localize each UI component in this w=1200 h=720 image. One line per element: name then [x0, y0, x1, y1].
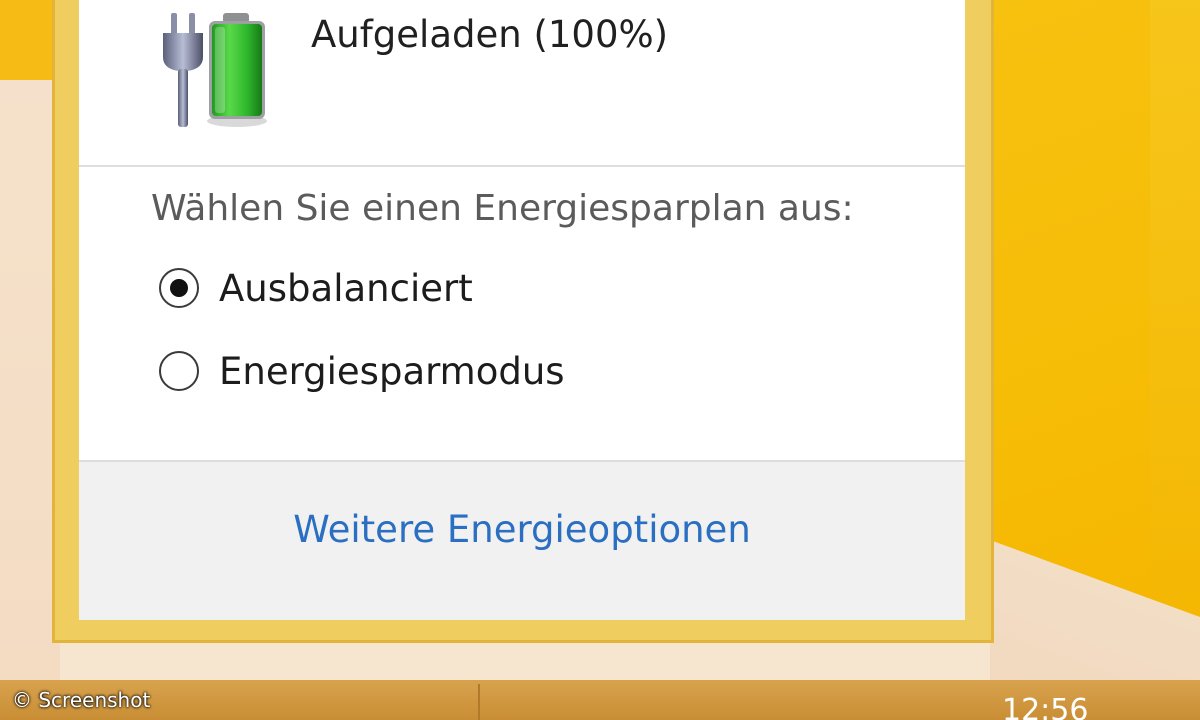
taskbar-clock[interactable]: 12:56	[1002, 696, 1088, 720]
taskbar-separator	[478, 684, 480, 720]
desktop-background-edge	[1150, 0, 1200, 680]
battery-flyout: Aufgeladen (100%) Wählen Sie einen Energ…	[52, 0, 994, 643]
screenshot-watermark: © Screenshot	[12, 688, 151, 712]
battery-status-text: Aufgeladen (100%)	[311, 13, 669, 56]
more-power-options-link[interactable]: Weitere Energieoptionen	[79, 508, 965, 551]
power-plan-heading: Wählen Sie einen Energiesparplan aus:	[151, 188, 854, 229]
battery-plug-icon	[157, 9, 267, 129]
battery-status-area: Aufgeladen (100%)	[79, 0, 965, 165]
plan-option-ausbalanciert[interactable]: Ausbalanciert	[159, 263, 719, 313]
radio-unselected-icon[interactable]	[159, 351, 199, 391]
taskbar: 12:56	[0, 680, 1200, 720]
flyout-footer: Weitere Energieoptionen	[79, 462, 965, 620]
battery-flyout-panel: Aufgeladen (100%) Wählen Sie einen Energ…	[79, 0, 965, 620]
plan-option-label: Energiesparmodus	[219, 349, 565, 393]
plan-option-energiesparmodus[interactable]: Energiesparmodus	[159, 346, 719, 396]
radio-selected-icon[interactable]	[159, 268, 199, 308]
desktop-background-lower	[0, 80, 60, 680]
divider	[79, 165, 965, 167]
plan-option-label: Ausbalanciert	[219, 266, 473, 310]
desktop-background	[0, 0, 60, 80]
